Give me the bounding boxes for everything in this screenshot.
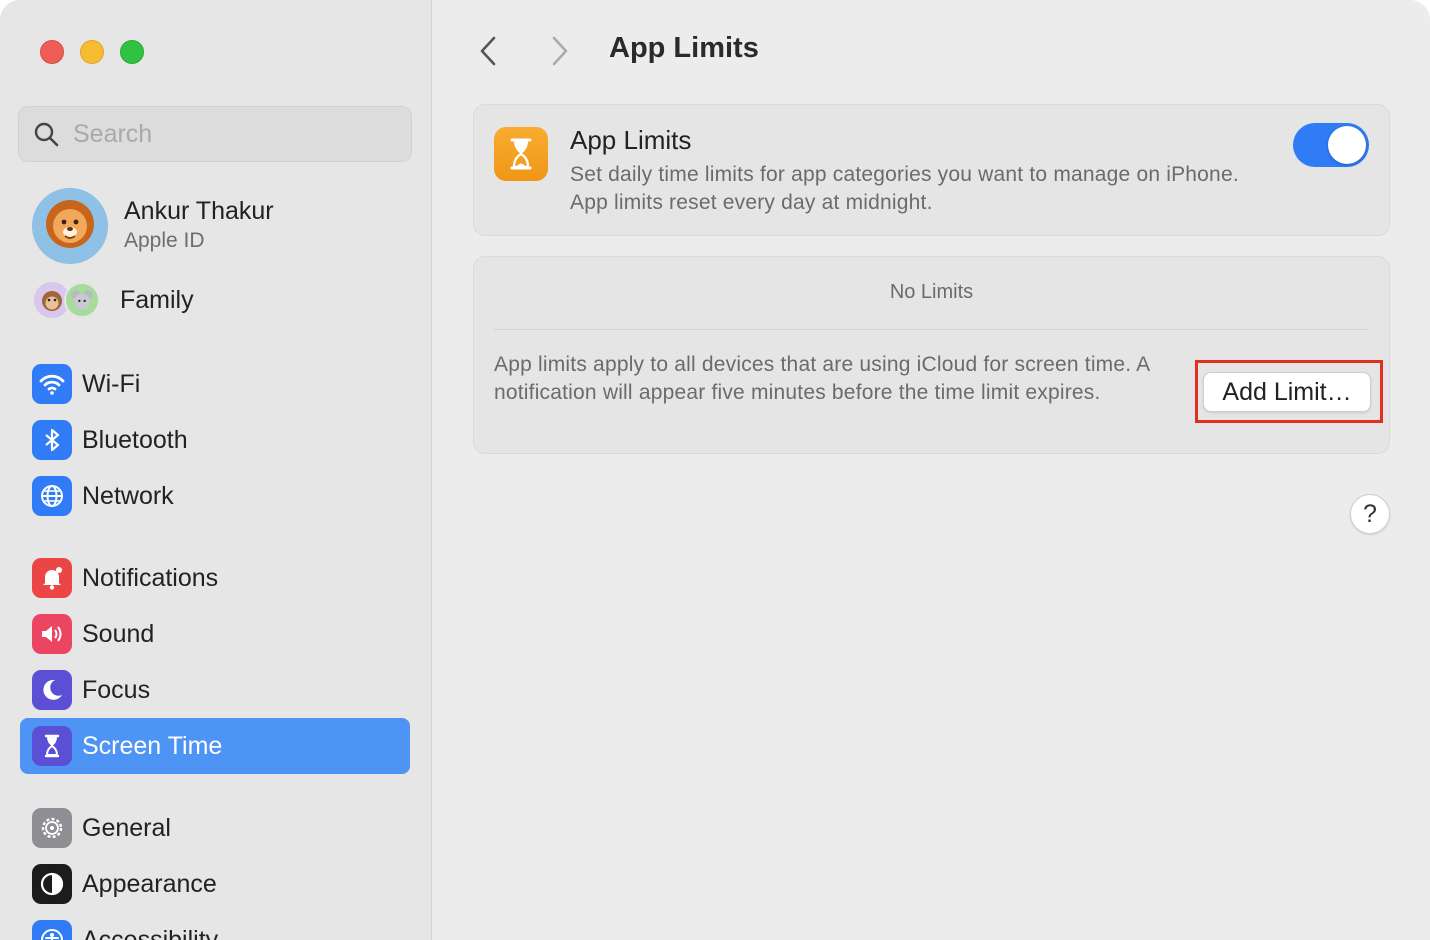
- family-label: Family: [120, 285, 194, 314]
- sidebar-item-label: Appearance: [82, 869, 217, 898]
- gear-icon: [32, 808, 72, 848]
- back-button[interactable]: [473, 34, 503, 68]
- sidebar-item-bluetooth[interactable]: Bluetooth: [20, 412, 410, 468]
- sidebar-item-label: Screen Time: [82, 731, 223, 760]
- bluetooth-icon: [32, 420, 72, 460]
- settings-window: Ankur Thakur Apple ID: [0, 0, 1430, 940]
- sidebar-item-appearance[interactable]: Appearance: [20, 856, 410, 912]
- sidebar-item-label: Network: [82, 481, 174, 510]
- divider: [494, 329, 1369, 330]
- appearance-icon: [32, 864, 72, 904]
- sidebar-item-label: Notifications: [82, 563, 219, 592]
- sidebar-item-wifi[interactable]: Wi-Fi: [20, 356, 410, 412]
- help-button[interactable]: ?: [1350, 494, 1390, 534]
- globe-icon: [32, 476, 72, 516]
- search-field[interactable]: [18, 106, 412, 162]
- main-pane: App Limits App Limits Set daily time lim…: [433, 0, 1430, 940]
- speaker-icon: [32, 614, 72, 654]
- zoom-window-button[interactable]: [120, 40, 144, 64]
- family-item[interactable]: Family: [34, 280, 194, 320]
- app-limits-card: App Limits Set daily time limits for app…: [473, 104, 1390, 236]
- chevron-right-icon: [552, 36, 568, 66]
- sidebar-item-label: Accessibility: [82, 925, 219, 940]
- search-input[interactable]: [73, 119, 393, 149]
- sidebar-item-label: Bluetooth: [82, 425, 188, 454]
- hourglass-icon: [494, 127, 548, 181]
- app-limits-toggle[interactable]: [1293, 123, 1369, 167]
- sidebar-item-label: Wi-Fi: [82, 369, 141, 398]
- lion-memoji-icon: [32, 188, 108, 264]
- avatar: [32, 188, 108, 264]
- forward-button[interactable]: [545, 34, 575, 68]
- toggle-knob: [1328, 126, 1366, 164]
- page-title: App Limits: [609, 32, 759, 64]
- app-limits-title: App Limits: [570, 125, 692, 155]
- chevron-left-icon: [480, 36, 496, 66]
- no-limits-text: No Limits: [889, 281, 974, 303]
- wifi-icon: [32, 364, 72, 404]
- sidebar: Ankur Thakur Apple ID: [0, 0, 432, 940]
- search-icon: [34, 122, 59, 147]
- accessibility-icon: [32, 920, 72, 940]
- family-avatars: [34, 280, 104, 320]
- account-name: Ankur Thakur: [124, 197, 274, 225]
- sidebar-item-label: Sound: [82, 619, 155, 648]
- close-window-button[interactable]: [40, 40, 64, 64]
- sidebar-item-network[interactable]: Network: [20, 468, 410, 524]
- add-limit-button[interactable]: Add Limit…: [1203, 372, 1371, 412]
- moon-icon: [32, 670, 72, 710]
- mouse-memoji-icon: [64, 282, 100, 318]
- sidebar-item-label: General: [82, 813, 171, 842]
- sidebar-item-general[interactable]: General: [20, 800, 410, 856]
- bell-icon: [32, 558, 72, 598]
- sidebar-item-screen-time[interactable]: Screen Time: [20, 718, 410, 774]
- sidebar-item-notifications[interactable]: Notifications: [20, 550, 410, 606]
- app-limits-description: Set daily time limits for app categories…: [570, 163, 1239, 214]
- account-subtitle: Apple ID: [124, 229, 205, 252]
- window-controls: [40, 40, 144, 64]
- sidebar-item-sound[interactable]: Sound: [20, 606, 410, 662]
- sidebar-item-focus[interactable]: Focus: [20, 662, 410, 718]
- sidebar-item-accessibility[interactable]: Accessibility: [20, 912, 410, 940]
- apple-id-account[interactable]: Ankur Thakur Apple ID: [32, 188, 274, 264]
- hourglass-icon: [32, 726, 72, 766]
- limits-list-card: No Limits App limits apply to all device…: [473, 256, 1390, 454]
- limits-description: App limits apply to all devices that are…: [494, 353, 1150, 404]
- minimize-window-button[interactable]: [80, 40, 104, 64]
- sidebar-item-label: Focus: [82, 675, 151, 704]
